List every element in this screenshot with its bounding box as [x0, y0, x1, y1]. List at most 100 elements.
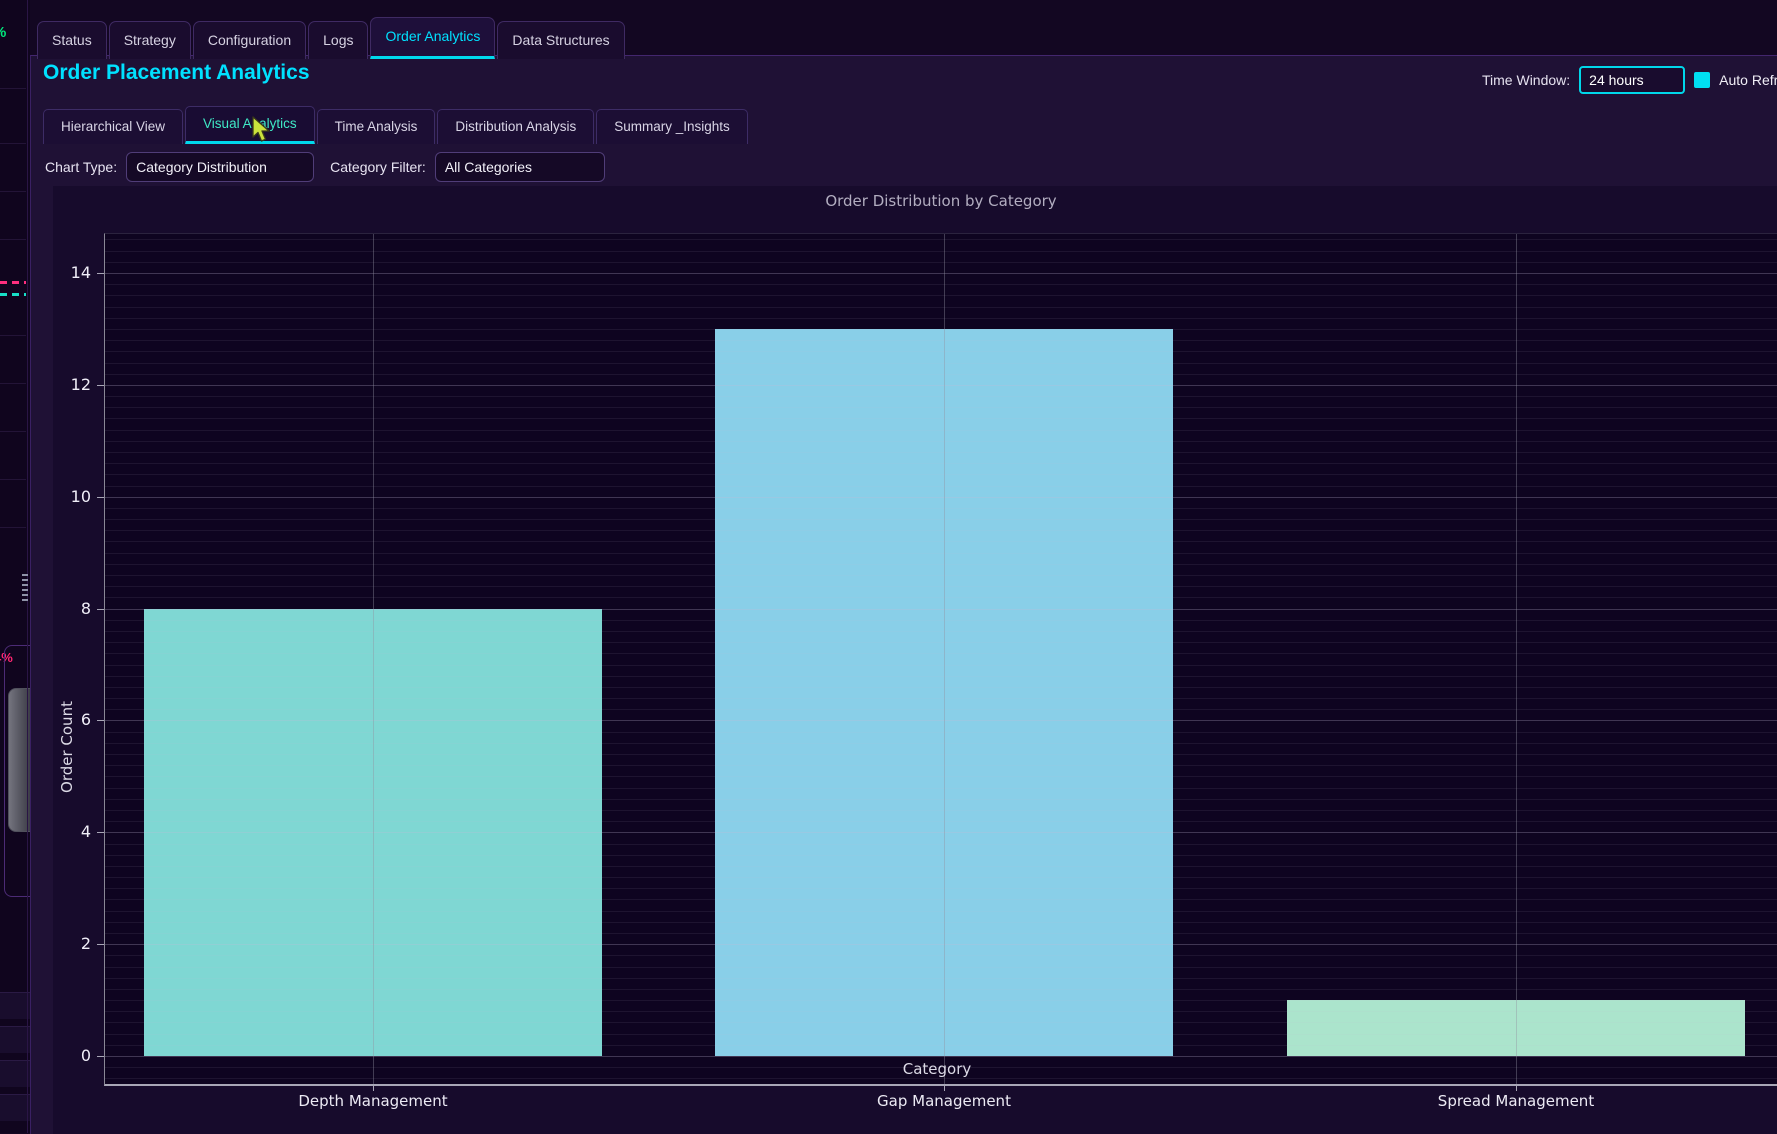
minor-gridline [105, 541, 1777, 542]
x-tick-label: Gap Management [824, 1092, 1064, 1110]
minor-gridline [105, 564, 1777, 565]
y-tick-mark [97, 385, 104, 386]
minor-gridline [105, 418, 1777, 419]
minor-gridline [105, 754, 1777, 755]
minor-gridline [105, 239, 1777, 240]
minor-gridline [105, 251, 1777, 252]
tab-configuration[interactable]: Configuration [193, 21, 306, 59]
minor-gridline [105, 340, 1777, 341]
x-axis-label: Category [877, 1060, 997, 1078]
minor-gridline [105, 732, 1777, 733]
pane-splitter[interactable] [27, 0, 28, 1133]
page-title: Order Placement Analytics [43, 61, 310, 85]
divider [0, 527, 26, 528]
auto-refresh-checkbox[interactable] [1694, 72, 1710, 88]
time-window-group: Time Window: Auto Refr [1482, 66, 1777, 94]
app-window: { "window": { "tabs": ["Status", "Strate… [0, 0, 1777, 1133]
minor-gridline [105, 631, 1777, 632]
minor-gridline [105, 922, 1777, 923]
subtab-hierarchical-view[interactable]: Hierarchical View [43, 109, 183, 144]
tab-strategy[interactable]: Strategy [109, 21, 191, 59]
category-filter-select[interactable]: All Categories [435, 152, 605, 182]
minor-gridline [105, 687, 1777, 688]
time-window-input[interactable] [1579, 66, 1685, 94]
minor-gridline [105, 586, 1777, 587]
minor-gridline [105, 284, 1777, 285]
major-gridline [105, 273, 1777, 274]
y-tick-label: 4 [51, 822, 91, 841]
minor-gridline [105, 553, 1777, 554]
time-window-label: Time Window: [1482, 72, 1570, 88]
minor-gridline [105, 407, 1777, 408]
order-analytics-panel: Order Placement Analytics Time Window: A… [30, 55, 1777, 1134]
major-gridline [105, 609, 1777, 610]
minor-gridline [105, 743, 1777, 744]
major-gridline [105, 832, 1777, 833]
y-tick-mark [97, 273, 104, 274]
dashed-line-pink [0, 281, 26, 284]
tab-status[interactable]: Status [37, 21, 107, 59]
y-tick-label: 10 [51, 487, 91, 506]
minor-gridline [105, 486, 1777, 487]
minor-gridline [105, 776, 1777, 777]
minor-gridline [105, 575, 1777, 576]
minor-gridline [105, 888, 1777, 889]
minor-gridline [105, 642, 1777, 643]
minor-gridline [105, 474, 1777, 475]
minor-gridline [105, 374, 1777, 375]
chart-figure: Order Distribution by Category Order Cou… [53, 186, 1777, 1134]
x-tick-mark [373, 1086, 374, 1091]
y-axis-label: Order Count [58, 647, 76, 847]
minor-gridline [105, 441, 1777, 442]
chart-title: Order Distribution by Category [641, 192, 1241, 210]
minor-gridline [105, 810, 1777, 811]
minor-gridline [105, 508, 1777, 509]
minor-gridline [105, 307, 1777, 308]
divider [0, 335, 26, 336]
minor-gridline [105, 620, 1777, 621]
list-item [0, 1026, 30, 1053]
list-item [0, 1060, 30, 1087]
main-tab-bar: Status Strategy Configuration Logs Order… [37, 17, 625, 59]
y-tick-label: 14 [51, 263, 91, 282]
minor-gridline [105, 653, 1777, 654]
x-tick-label: Spread Management [1396, 1092, 1636, 1110]
plot-area: Depth ManagementGap ManagementSpread Man… [104, 233, 1777, 1086]
chart-type-label: Chart Type: [45, 159, 117, 175]
splitter-grip-handle[interactable] [22, 574, 28, 601]
minor-gridline [105, 788, 1777, 789]
minor-gridline [105, 1022, 1777, 1023]
tab-order-analytics[interactable]: Order Analytics [370, 17, 495, 59]
category-filter-label: Category Filter: [330, 159, 426, 175]
tab-data-structures[interactable]: Data Structures [497, 21, 624, 59]
minor-gridline [105, 1078, 1777, 1079]
major-gridline [105, 1056, 1777, 1057]
minor-gridline [105, 698, 1777, 699]
subtab-distribution-analysis[interactable]: Distribution Analysis [437, 109, 594, 144]
y-tick-mark [97, 720, 104, 721]
major-gridline [105, 720, 1777, 721]
minor-gridline [105, 899, 1777, 900]
x-tick-label: Depth Management [253, 1092, 493, 1110]
divider [0, 431, 26, 432]
minor-gridline [105, 799, 1777, 800]
minor-gridline [105, 911, 1777, 912]
subtab-visual-analytics[interactable]: Visual Analytics [185, 106, 315, 144]
divider [0, 479, 26, 480]
major-gridline [105, 944, 1777, 945]
chart-type-select[interactable]: Category Distribution [126, 152, 314, 182]
minor-gridline [105, 351, 1777, 352]
minor-gridline [105, 989, 1777, 990]
minor-gridline [105, 329, 1777, 330]
minor-gridline [105, 866, 1777, 867]
subtab-time-analysis[interactable]: Time Analysis [317, 109, 436, 144]
minor-gridline [105, 430, 1777, 431]
auto-refresh-label: Auto Refr [1719, 72, 1777, 88]
minor-gridline [105, 877, 1777, 878]
minor-gridline [105, 452, 1777, 453]
vertical-gridline [1516, 234, 1517, 1084]
y-tick-mark [97, 609, 104, 610]
minor-gridline [105, 262, 1777, 263]
subtab-summary-insights[interactable]: Summary _Insights [596, 109, 748, 144]
tab-logs[interactable]: Logs [308, 21, 368, 59]
